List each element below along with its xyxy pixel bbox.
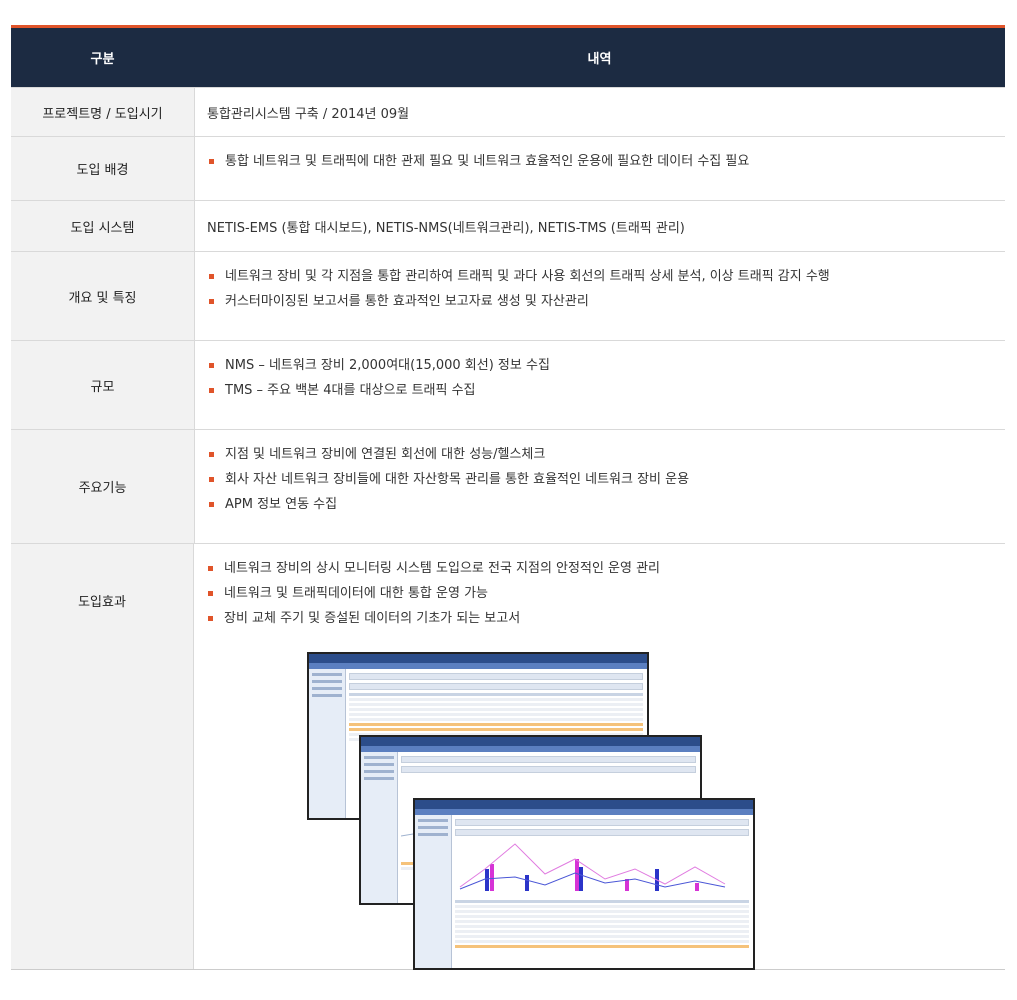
screenshot-collage <box>307 652 757 970</box>
row-label: 주요기능 <box>11 430 195 543</box>
list-item: 장비 교체 주기 및 증설된 데이터의 기초가 되는 보고서 <box>206 606 993 631</box>
list-item: NMS – 네트워크 장비 2,000여대(15,000 회선) 정보 수집 <box>207 353 993 378</box>
row-label: 개요 및 특징 <box>11 252 195 340</box>
row-label: 규모 <box>11 341 195 429</box>
row-value: 네트워크 장비의 상시 모니터링 시스템 도입으로 전국 지점의 안정적인 운영… <box>194 544 1005 970</box>
table-row: 주요기능 지점 및 네트워크 장비에 연결된 회선에 대한 성능/헬스체크 회사… <box>11 429 1005 543</box>
header-details: 내역 <box>587 52 612 67</box>
row-value: 통합 네트워크 및 트래픽에 대한 관제 필요 및 네트워크 효율적인 운용에 … <box>195 137 1005 200</box>
row-label: 도입 배경 <box>11 137 195 200</box>
row-value: NMS – 네트워크 장비 2,000여대(15,000 회선) 정보 수집 T… <box>195 341 1005 429</box>
list-item: 통합 네트워크 및 트래픽에 대한 관제 필요 및 네트워크 효율적인 운용에 … <box>207 149 993 174</box>
list-item: 네트워크 및 트래픽데이터에 대한 통합 운영 가능 <box>206 581 993 606</box>
row-label: 도입효과 <box>11 544 194 969</box>
row-label: 도입 시스템 <box>11 201 195 251</box>
table-row: 규모 NMS – 네트워크 장비 2,000여대(15,000 회선) 정보 수… <box>11 340 1005 429</box>
table-row: 도입효과 네트워크 장비의 상시 모니터링 시스템 도입으로 전국 지점의 안정… <box>11 543 1005 970</box>
row-label: 프로젝트명 / 도입시기 <box>11 88 195 136</box>
traffic-chart-thumbnail <box>459 843 726 891</box>
app-screenshot-front <box>413 798 755 970</box>
list-item: TMS – 주요 백본 4대를 대상으로 트래픽 수집 <box>207 378 993 403</box>
project-info-table: 구분 내역 프로젝트명 / 도입시기 통합관리시스템 구축 / 2014년 09… <box>11 25 1005 970</box>
header-category: 구분 <box>90 52 115 67</box>
table-header: 구분 내역 <box>11 28 1005 87</box>
table-row: 도입 시스템 NETIS-EMS (통합 대시보드), NETIS-NMS(네트… <box>11 200 1005 251</box>
row-value: 네트워크 장비 및 각 지점을 통합 관리하여 트래픽 및 과다 사용 회선의 … <box>195 252 1005 340</box>
table-row: 도입 배경 통합 네트워크 및 트래픽에 대한 관제 필요 및 네트워크 효율적… <box>11 136 1005 200</box>
row-value: 통합관리시스템 구축 / 2014년 09월 <box>207 106 410 122</box>
row-value: NETIS-EMS (통합 대시보드), NETIS-NMS(네트워크관리), … <box>207 220 685 236</box>
list-item: 지점 및 네트워크 장비에 연결된 회선에 대한 성능/헬스체크 <box>207 442 993 467</box>
row-value: 지점 및 네트워크 장비에 연결된 회선에 대한 성능/헬스체크 회사 자산 네… <box>195 430 1005 543</box>
list-item: 회사 자산 네트워크 장비들에 대한 자산항목 관리를 통한 효율적인 네트워크… <box>207 467 993 492</box>
list-item: APM 정보 연동 수집 <box>207 492 993 517</box>
table-row: 개요 및 특징 네트워크 장비 및 각 지점을 통합 관리하여 트래픽 및 과다… <box>11 251 1005 340</box>
list-item: 네트워크 장비 및 각 지점을 통합 관리하여 트래픽 및 과다 사용 회선의 … <box>207 264 993 289</box>
list-item: 커스터마이징된 보고서를 통한 효과적인 보고자료 생성 및 자산관리 <box>207 289 993 314</box>
list-item: 네트워크 장비의 상시 모니터링 시스템 도입으로 전국 지점의 안정적인 운영… <box>206 556 993 581</box>
table-row: 프로젝트명 / 도입시기 통합관리시스템 구축 / 2014년 09월 <box>11 87 1005 136</box>
